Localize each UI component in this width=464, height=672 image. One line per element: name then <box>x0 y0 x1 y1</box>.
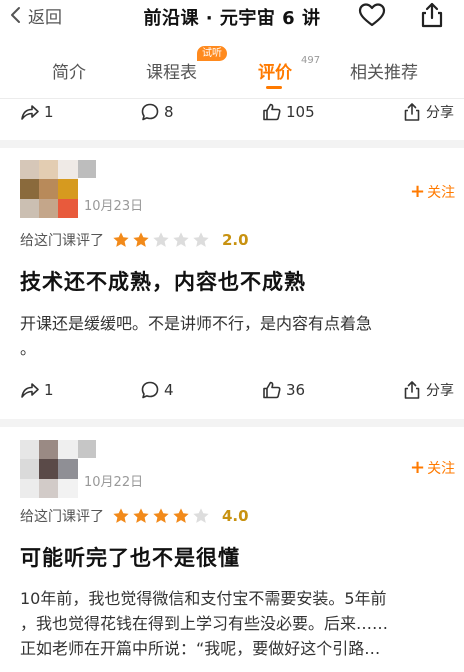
follow-label: 关注 <box>427 184 456 201</box>
star-filled-icon <box>133 508 149 523</box>
star-filled-icon <box>113 232 129 247</box>
rating-row: 给这门课评了 4.0 <box>20 506 249 526</box>
share-label: 分享 <box>426 105 454 121</box>
tab-reviews[interactable]: 评价 <box>258 58 292 83</box>
comment-button[interactable]: 8 <box>140 102 174 122</box>
star-empty-icon <box>153 232 169 247</box>
review-body-line: 开课还是缓缓吧。不是讲师不行，是内容有点着急 <box>20 314 373 333</box>
review-body-line: 。 <box>20 339 37 358</box>
thumbs-up-icon <box>263 103 281 121</box>
share-button[interactable]: 分享 <box>402 380 454 400</box>
follow-label: 关注 <box>427 460 456 477</box>
tab-schedule[interactable]: 课程表 <box>146 58 197 83</box>
review-body-line: 10年前，我也觉得微信和支付宝不需要安装。5年前 <box>20 589 387 608</box>
repost-arrow-icon <box>21 383 39 398</box>
plus-icon: + <box>410 181 426 202</box>
review-body-line: 正如老师在开篇中所说：“我呢，要做好这个引路… <box>20 639 381 658</box>
rating-score: 4.0 <box>222 507 249 525</box>
rating-label: 给这门课评了 <box>20 509 104 525</box>
comment-button[interactable]: 4 <box>140 380 174 400</box>
share-button[interactable]: 分享 <box>402 102 454 122</box>
section-gap <box>0 140 464 148</box>
tab-related[interactable]: 相关推荐 <box>350 58 418 83</box>
star-filled-icon <box>153 508 169 523</box>
like-button[interactable]: 105 <box>262 102 315 122</box>
follow-button[interactable]: + 关注 <box>410 181 455 202</box>
repost-count: 1 <box>44 103 54 121</box>
review-count: 497 <box>301 55 321 66</box>
review-body: 开课还是缓缓吧。不是讲师不行，是内容有点着急 。 <box>20 311 450 361</box>
tab-intro[interactable]: 简介 <box>52 58 86 83</box>
active-tab-indicator <box>266 86 282 89</box>
follow-button[interactable]: + 关注 <box>410 457 455 478</box>
star-filled-icon <box>113 508 129 523</box>
like-count: 105 <box>286 103 315 121</box>
plus-icon: + <box>410 457 426 478</box>
rating-score: 2.0 <box>222 231 249 249</box>
page-title: 前沿课 · 元宇宙 6 讲 <box>143 8 321 29</box>
repost-arrow-icon <box>21 105 39 120</box>
action-row: 1 8 105 分享 <box>0 102 464 132</box>
share-label: 分享 <box>426 383 454 399</box>
trial-badge: 试听 <box>197 46 227 61</box>
avatar-fragment <box>78 160 96 178</box>
review-headline: 技术还不成熟，内容也不成熟 <box>20 270 306 294</box>
comment-icon <box>141 381 159 399</box>
review-date: 10月22日 <box>84 475 144 490</box>
star-rating <box>112 507 212 525</box>
star-empty-icon <box>173 232 189 247</box>
avatar[interactable] <box>20 160 78 218</box>
section-gap <box>0 419 464 427</box>
rating-label: 给这门课评了 <box>20 233 104 249</box>
share-upload-icon <box>404 103 420 121</box>
share-upload-icon[interactable] <box>418 1 446 29</box>
comment-count: 8 <box>164 103 174 121</box>
review-date: 10月23日 <box>84 199 144 214</box>
rating-row: 给这门课评了 2.0 <box>20 230 249 250</box>
action-row: 1 4 36 分享 <box>0 380 464 410</box>
divider <box>0 98 464 99</box>
repost-button[interactable]: 1 <box>20 380 54 400</box>
avatar-fragment <box>78 440 96 458</box>
top-bar: 返回 前沿课 · 元宇宙 6 讲 <box>0 0 464 34</box>
like-button[interactable]: 36 <box>262 380 305 400</box>
tab-bar: 简介 课程表 试听 评价 497 相关推荐 <box>0 46 464 89</box>
heart-icon[interactable] <box>358 2 386 28</box>
review-headline: 可能听完了也不是很懂 <box>20 546 240 570</box>
repost-count: 1 <box>44 381 54 399</box>
star-empty-icon <box>193 508 209 523</box>
star-filled-icon <box>173 508 189 523</box>
thumbs-up-icon <box>263 381 281 399</box>
review-body-line: ，我也觉得花钱在得到上学习有些没必要。后来…… <box>20 614 389 633</box>
repost-button[interactable]: 1 <box>20 102 54 122</box>
avatar[interactable] <box>20 440 78 498</box>
share-upload-icon <box>404 381 420 399</box>
review-body: 10年前，我也觉得微信和支付宝不需要安装。5年前 ，我也觉得花钱在得到上学习有些… <box>20 586 450 661</box>
comment-count: 4 <box>164 381 174 399</box>
comment-icon <box>141 103 159 121</box>
like-count: 36 <box>286 381 306 399</box>
star-empty-icon <box>193 232 209 247</box>
star-rating <box>112 231 212 249</box>
star-filled-icon <box>133 232 149 247</box>
